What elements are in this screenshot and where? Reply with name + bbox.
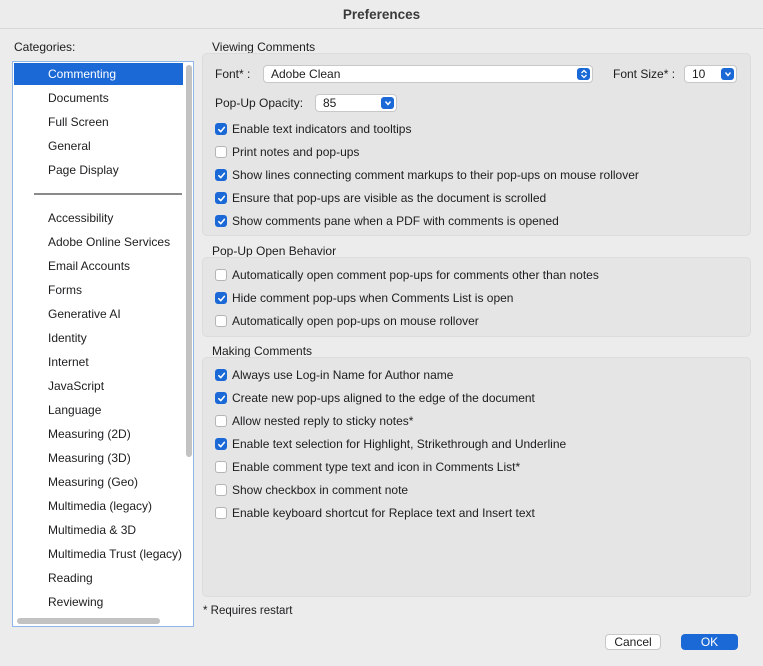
sidebar-item-identity[interactable]: Identity: [14, 327, 183, 349]
sidebar-item-forms[interactable]: Forms: [14, 279, 183, 301]
sidebar-item-accessibility[interactable]: Accessibility: [14, 207, 183, 229]
option-align-popups[interactable]: Create new pop-ups aligned to the edge o…: [215, 390, 535, 406]
option-text-selection[interactable]: Enable text selection for Highlight, Str…: [215, 436, 566, 452]
option-login-name[interactable]: Always use Log-in Name for Author name: [215, 367, 453, 383]
sidebar-divider: [34, 193, 182, 195]
sidebar-item-generative-ai[interactable]: Generative AI: [14, 303, 183, 325]
option-show-comments-pane[interactable]: Show comments pane when a PDF with comme…: [215, 213, 559, 229]
checkbox-unchecked[interactable]: [215, 461, 227, 473]
popup-behavior-heading: Pop-Up Open Behavior: [212, 244, 337, 258]
sidebar-vertical-scrollbar[interactable]: [186, 65, 192, 457]
cancel-button[interactable]: Cancel: [605, 634, 661, 650]
option-nested-reply[interactable]: Allow nested reply to sticky notes*: [215, 413, 413, 429]
font-select[interactable]: Adobe Clean: [263, 65, 593, 83]
sidebar-item-multimedia-3d[interactable]: Multimedia & 3D: [14, 519, 183, 541]
popup-opacity-select-value: 85: [323, 96, 337, 110]
sidebar-item-reviewing[interactable]: Reviewing: [14, 591, 183, 613]
sidebar-item-measuring-geo[interactable]: Measuring (Geo): [14, 471, 183, 493]
option-label: Enable text selection for Highlight, Str…: [232, 437, 567, 451]
sidebar-item-general[interactable]: General: [14, 135, 183, 157]
font-select-value: Adobe Clean: [271, 67, 341, 81]
checkbox-unchecked[interactable]: [215, 507, 227, 519]
option-show-lines[interactable]: Show lines connecting comment markups to…: [215, 167, 639, 183]
chevron-down-icon: [721, 68, 734, 80]
font-size-label: Font Size* :: [613, 67, 676, 81]
option-label: Enable keyboard shortcut for Replace tex…: [232, 506, 535, 520]
sidebar-item-commenting[interactable]: Commenting: [14, 63, 183, 85]
updown-arrows-icon: [577, 68, 590, 80]
popup-opacity-select[interactable]: 85: [315, 94, 397, 112]
ok-button[interactable]: OK: [681, 634, 738, 650]
checkbox-checked[interactable]: [215, 392, 227, 404]
option-label: Show lines connecting comment markups to…: [232, 168, 639, 182]
checkbox-unchecked[interactable]: [215, 269, 227, 281]
sidebar-item-reading[interactable]: Reading: [14, 567, 183, 589]
option-text-indicators[interactable]: Enable text indicators and tooltips: [215, 121, 411, 137]
option-label: Print notes and pop-ups: [232, 145, 360, 159]
checkbox-unchecked[interactable]: [215, 315, 227, 327]
option-label: Automatically open pop-ups on mouse roll…: [232, 314, 479, 328]
sidebar-item-page-display[interactable]: Page Display: [14, 159, 183, 181]
checkbox-unchecked[interactable]: [215, 146, 227, 158]
option-popups-visible[interactable]: Ensure that pop-ups are visible as the d…: [215, 190, 546, 206]
option-label: Always use Log-in Name for Author name: [232, 368, 454, 382]
sidebar-item-multimedia-legacy[interactable]: Multimedia (legacy): [14, 495, 183, 517]
sidebar-item-full-screen[interactable]: Full Screen: [14, 111, 183, 133]
checkbox-checked[interactable]: [215, 169, 227, 181]
title-bar: Preferences: [0, 0, 763, 29]
making-comments-heading: Making Comments: [212, 344, 313, 358]
option-auto-open-popups[interactable]: Automatically open comment pop-ups for c…: [215, 267, 599, 283]
sidebar-item-javascript[interactable]: JavaScript: [14, 375, 183, 397]
option-comment-type-icon[interactable]: Enable comment type text and icon in Com…: [215, 459, 520, 475]
viewing-comments-heading: Viewing Comments: [212, 40, 316, 54]
checkbox-checked[interactable]: [215, 369, 227, 381]
option-print-notes[interactable]: Print notes and pop-ups: [215, 144, 359, 160]
checkbox-checked[interactable]: [215, 438, 227, 450]
sidebar-item-language[interactable]: Language: [14, 399, 183, 421]
sidebar-horizontal-scrollbar[interactable]: [17, 618, 160, 624]
checkbox-unchecked[interactable]: [215, 484, 227, 496]
checkbox-checked[interactable]: [215, 123, 227, 135]
option-open-on-rollover[interactable]: Automatically open pop-ups on mouse roll…: [215, 313, 479, 329]
option-keyboard-shortcut[interactable]: Enable keyboard shortcut for Replace tex…: [215, 505, 535, 521]
option-label: Automatically open comment pop-ups for c…: [232, 268, 599, 282]
font-size-select[interactable]: 10: [684, 65, 737, 83]
sidebar-item-measuring-2d[interactable]: Measuring (2D): [14, 423, 183, 445]
categories-list[interactable]: Commenting Documents Full Screen General…: [12, 61, 194, 627]
option-label: Enable text indicators and tooltips: [232, 122, 412, 136]
font-label: Font* :: [215, 67, 251, 81]
option-label: Show checkbox in comment note: [232, 483, 409, 497]
option-label: Enable comment type text and icon in Com…: [232, 460, 521, 474]
option-hide-popups[interactable]: Hide comment pop-ups when Comments List …: [215, 290, 513, 306]
checkbox-checked[interactable]: [215, 192, 227, 204]
checkbox-unchecked[interactable]: [215, 415, 227, 427]
option-label: Show comments pane when a PDF with comme…: [232, 214, 559, 228]
categories-label: Categories:: [14, 40, 76, 54]
sidebar-item-adobe-online-services[interactable]: Adobe Online Services: [14, 231, 183, 253]
option-show-checkbox[interactable]: Show checkbox in comment note: [215, 482, 408, 498]
option-label: Allow nested reply to sticky notes*: [232, 414, 414, 428]
requires-restart-note: * Requires restart: [203, 605, 293, 617]
window-title: Preferences: [342, 6, 421, 22]
option-label: Hide comment pop-ups when Comments List …: [232, 291, 514, 305]
sidebar-item-multimedia-trust-legacy[interactable]: Multimedia Trust (legacy): [14, 543, 183, 565]
option-label: Ensure that pop-ups are visible as the d…: [232, 191, 547, 205]
font-size-select-value: 10: [692, 67, 706, 81]
popup-opacity-label: Pop-Up Opacity:: [215, 96, 304, 110]
option-label: Create new pop-ups aligned to the edge o…: [232, 391, 535, 405]
sidebar-item-measuring-3d[interactable]: Measuring (3D): [14, 447, 183, 469]
checkbox-checked[interactable]: [215, 292, 227, 304]
sidebar-item-documents[interactable]: Documents: [14, 87, 183, 109]
chevron-down-icon: [381, 97, 394, 109]
sidebar-item-internet[interactable]: Internet: [14, 351, 183, 373]
checkbox-checked[interactable]: [215, 215, 227, 227]
sidebar-item-email-accounts[interactable]: Email Accounts: [14, 255, 183, 277]
